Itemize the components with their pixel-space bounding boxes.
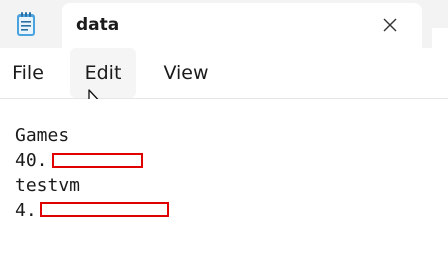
text-editor-area[interactable]: Games 40. testvm 4. xyxy=(0,99,448,275)
menu-view[interactable]: View xyxy=(152,48,220,98)
redaction-box xyxy=(52,153,143,168)
redaction-box xyxy=(40,202,169,217)
menu-file[interactable]: File xyxy=(0,48,56,98)
close-icon[interactable] xyxy=(375,10,405,40)
text-line: testvm xyxy=(15,175,81,196)
title-bar: data xyxy=(0,0,448,48)
notepad-icon xyxy=(16,11,36,37)
text-line: 40. xyxy=(15,150,48,171)
tab-strip-edge xyxy=(432,28,448,48)
tab-data[interactable]: data xyxy=(62,3,422,48)
text-line: Games xyxy=(15,125,70,146)
menu-bar: File Edit View xyxy=(0,48,448,99)
text-line: 4. xyxy=(15,200,37,221)
tab-title: data xyxy=(76,15,120,35)
